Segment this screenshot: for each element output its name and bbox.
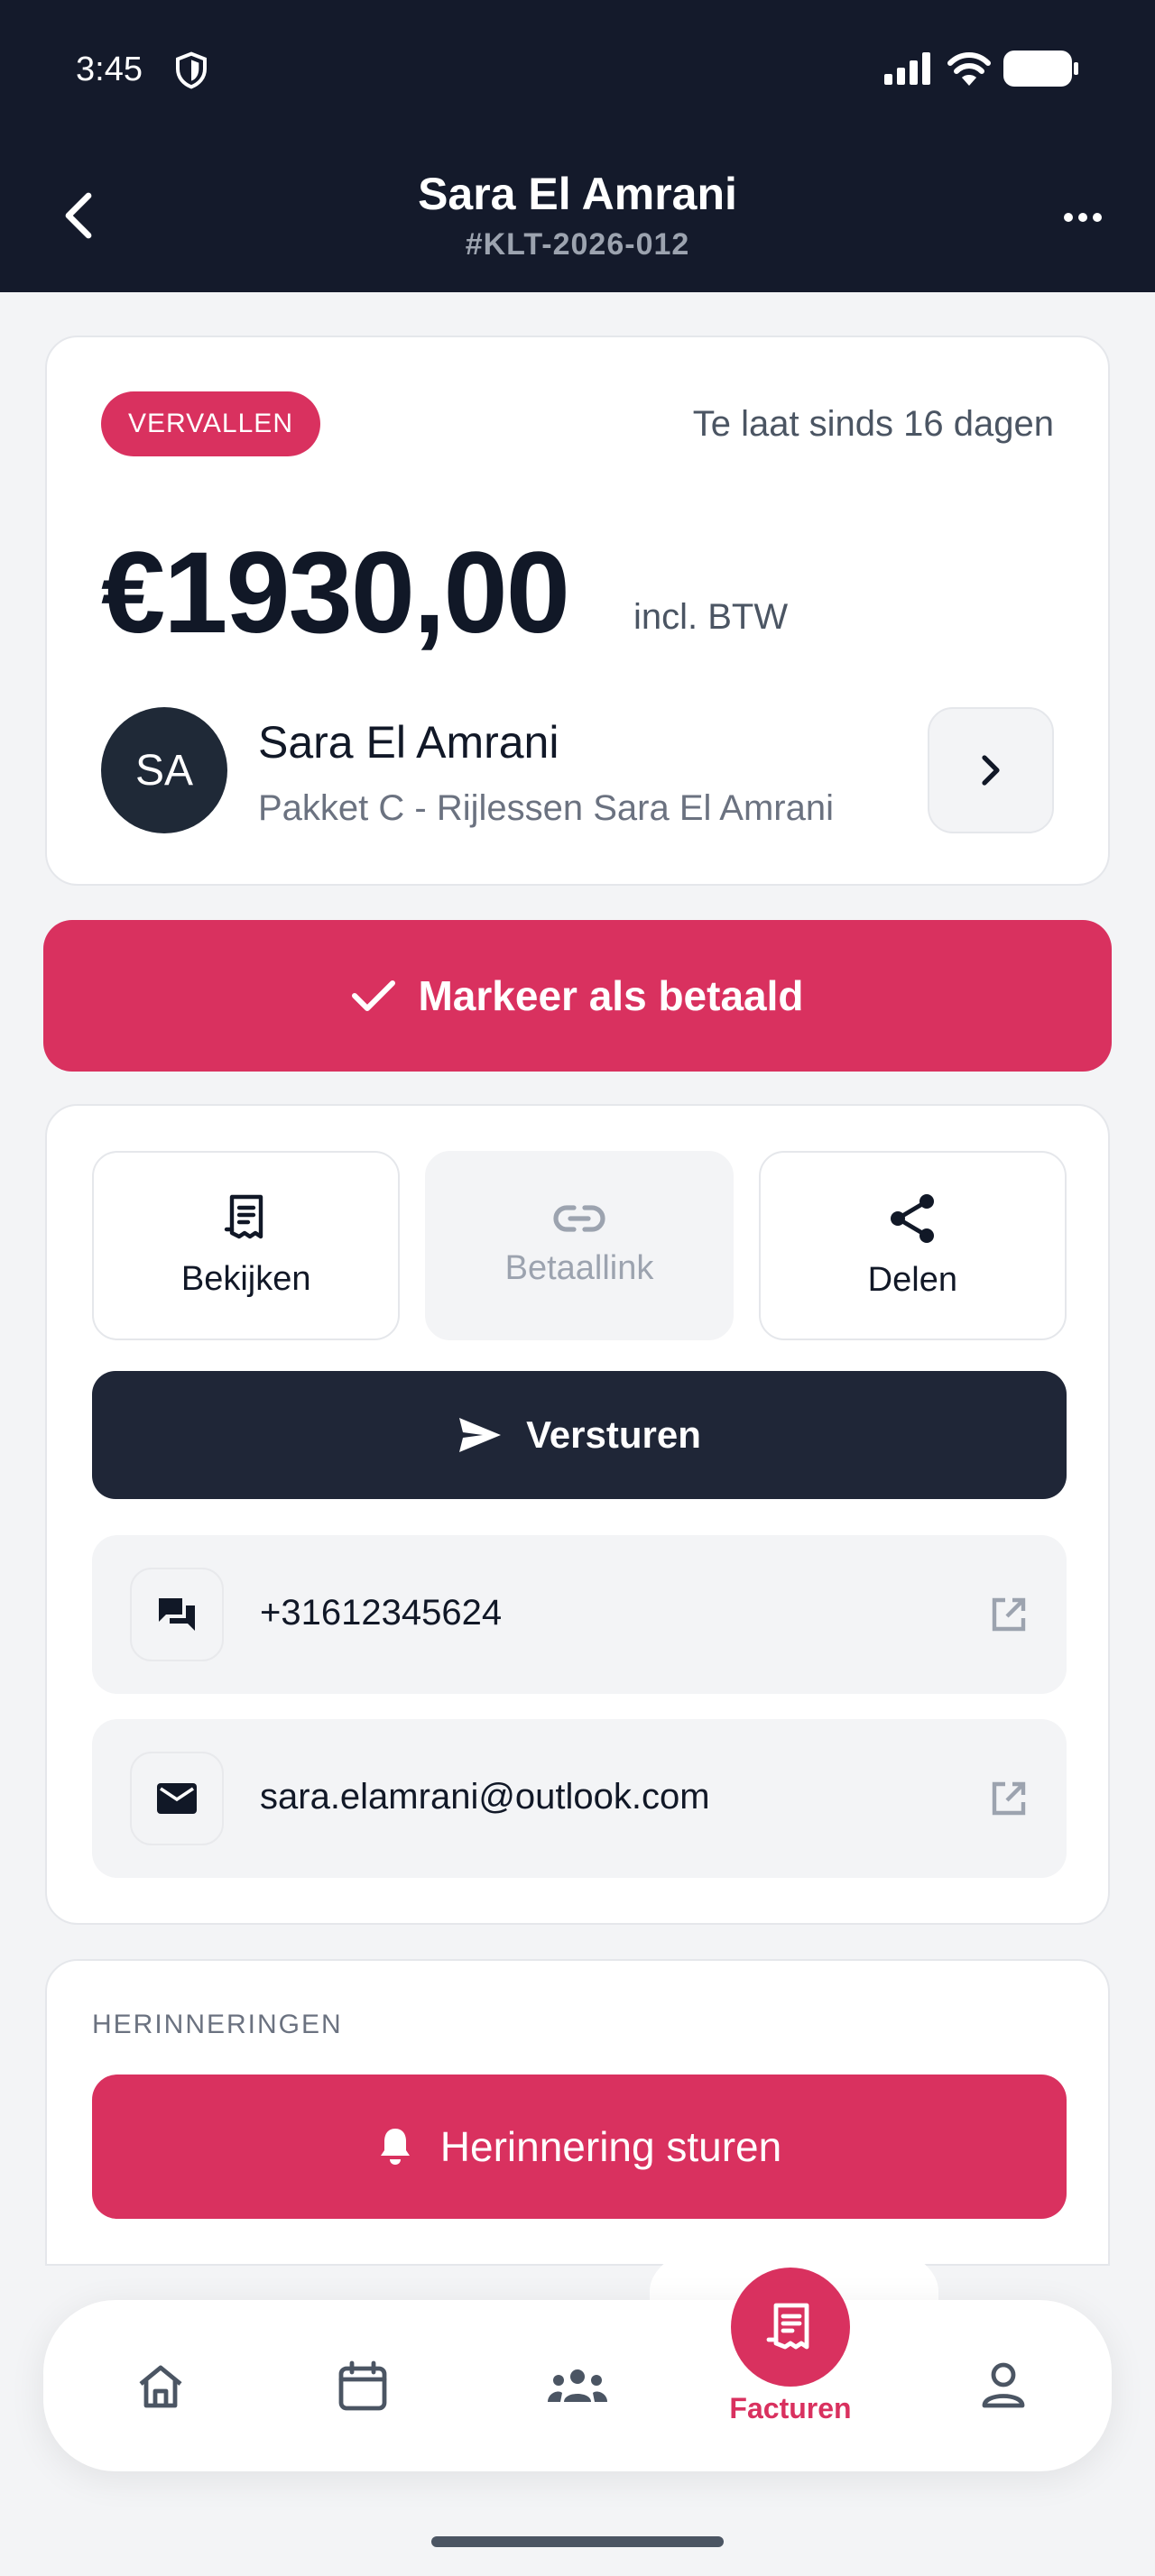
mark-paid-button[interactable]: Markeer als betaald [43, 920, 1112, 1072]
chevron-right-icon [982, 755, 1000, 786]
external-link-icon [992, 1781, 1026, 1816]
action-tiles: Bekijken Betaallink Delen [92, 1151, 1067, 1340]
home-indicator [431, 2536, 724, 2547]
check-icon [352, 980, 396, 1011]
open-client-button[interactable] [928, 707, 1054, 833]
person-icon [982, 2362, 1025, 2408]
mail-icon [130, 1752, 224, 1845]
send-reminder-label: Herinnering sturen [439, 2123, 782, 2170]
invoice-number: #KLT-2026-012 [465, 227, 690, 262]
send-button[interactable]: Versturen [92, 1371, 1067, 1499]
phone-contact-row[interactable]: +31612345624 [92, 1535, 1067, 1694]
invoice-summary-card: VERVALLEN Te laat sinds 16 dagen €1930,0… [45, 336, 1110, 886]
payment-link-button[interactable]: Betaallink [425, 1151, 734, 1340]
reminders-card: HERINNERINGEN Herinnering sturen [45, 1959, 1110, 2266]
people-icon [548, 2369, 607, 2402]
avatar: SA [101, 707, 227, 833]
status-badge: VERVALLEN [101, 391, 320, 456]
amount-suffix: incl. BTW [633, 597, 789, 637]
status-icons [884, 51, 1079, 87]
send-icon [459, 1418, 502, 1452]
email-address: sara.elamrani@outlook.com [260, 1777, 710, 1817]
view-button[interactable]: Bekijken [92, 1151, 401, 1340]
actions-card: Bekijken Betaallink Delen Versturen +316… [45, 1104, 1110, 1925]
more-options-button[interactable] [1047, 195, 1119, 240]
view-label: Bekijken [180, 1259, 311, 1298]
external-link-icon [992, 1597, 1026, 1632]
overdue-text: Te laat sinds 16 dagen [692, 404, 1054, 444]
shield-icon [176, 51, 207, 89]
phone-number: +31612345624 [260, 1593, 503, 1633]
mark-paid-label: Markeer als betaald [418, 972, 804, 1019]
wifi-icon [947, 52, 991, 86]
app-header: 3:45 Sara El Amrani #KLT-2026-012 [0, 0, 1155, 292]
nav-profile[interactable] [967, 2354, 1040, 2417]
invoice-icon [766, 2303, 809, 2350]
bell-icon [380, 2129, 410, 2165]
receipt-icon [224, 1194, 263, 1238]
signal-icon [884, 52, 930, 85]
status-time: 3:45 [76, 51, 143, 88]
share-icon [891, 1193, 935, 1243]
bottom-nav [43, 2300, 1112, 2471]
payment-link-label: Betaallink [504, 1248, 654, 1287]
client-name: Sara El Amrani [258, 717, 559, 768]
reminders-section-label: HERINNERINGEN [92, 2010, 343, 2039]
link-icon [553, 1204, 605, 1232]
share-button[interactable]: Delen [758, 1151, 1067, 1340]
page-title: Sara El Amrani [418, 169, 737, 219]
battery-icon [1003, 51, 1078, 87]
send-reminder-button[interactable]: Herinnering sturen [92, 2075, 1067, 2219]
calendar-icon [338, 2360, 387, 2411]
nav-invoices[interactable] [731, 2268, 850, 2387]
send-label: Versturen [526, 1413, 701, 1456]
invoice-amount: €1930,00 [101, 529, 570, 658]
nav-calendar[interactable] [327, 2354, 399, 2417]
email-contact-row[interactable]: sara.elamrani@outlook.com [92, 1719, 1067, 1878]
home-icon [139, 2365, 182, 2408]
more-horizontal-icon [1064, 213, 1102, 222]
share-label: Delen [867, 1260, 957, 1299]
nav-home[interactable] [125, 2354, 197, 2417]
chat-icon [130, 1568, 224, 1661]
nav-customers[interactable] [541, 2354, 614, 2417]
client-description: Pakket C - Rijlessen Sara El Amrani [258, 788, 835, 828]
nav-invoices-label[interactable]: Facturen [686, 2392, 895, 2425]
